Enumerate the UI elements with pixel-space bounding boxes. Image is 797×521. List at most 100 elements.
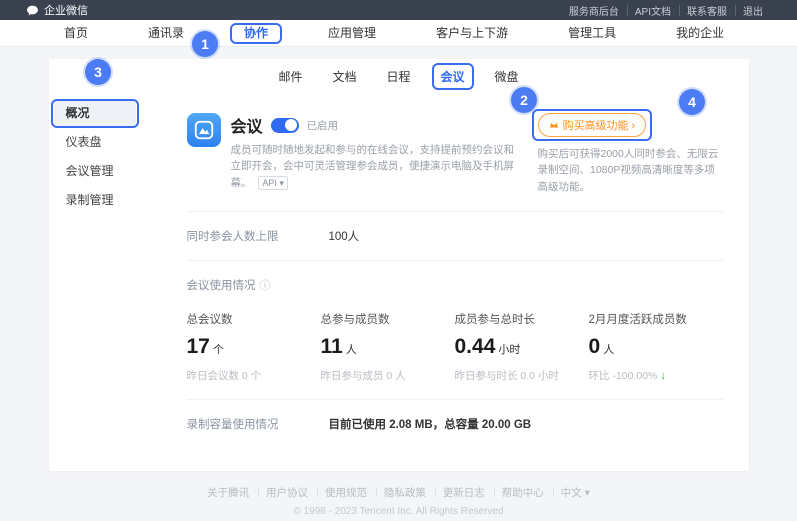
nav-item-collaboration[interactable]: 协作 bbox=[214, 20, 298, 47]
footer-link-changelog[interactable]: 更新日志 bbox=[436, 487, 492, 499]
top-link-api-docs[interactable]: API文档 bbox=[627, 3, 679, 18]
stat-label: 总会议数 bbox=[187, 311, 321, 327]
stat-value: 17个 bbox=[187, 335, 321, 359]
footer-links: 关于腾讯 用户协议 使用规范 隐私政策 更新日志 帮助中心 中文 ▾ bbox=[0, 485, 797, 500]
tab-label: 微盘 bbox=[495, 70, 519, 84]
tab-label: 文档 bbox=[332, 70, 356, 84]
stat-sub-text: 环比 -100.00% bbox=[589, 370, 658, 382]
meeting-enabled-toggle[interactable] bbox=[271, 118, 299, 133]
sidebar: 概况 仪表盘 会议管理 录制管理 bbox=[49, 93, 141, 471]
sidebar-item-label: 录制管理 bbox=[66, 193, 114, 207]
stat-number: 0.44 bbox=[455, 335, 496, 358]
recording-capacity-value: 目前已使用 2.08 MB，总容量 20.00 GB bbox=[329, 416, 532, 432]
topbar-links: 服务商后台 API文档 联系客服 退出 bbox=[561, 3, 771, 18]
sidebar-item-dashboard[interactable]: 仪表盘 bbox=[54, 130, 136, 155]
participant-limit-label: 同时参会人数上限 bbox=[187, 228, 329, 244]
meeting-description: 成员可随时随地发起和参与的在线会议，支持提前预约会议和立即开会，会中可灵活管理参… bbox=[231, 142, 517, 191]
footer-language-selector[interactable]: 中文 ▾ bbox=[554, 487, 597, 499]
nav-item-app-management[interactable]: 应用管理 bbox=[298, 20, 406, 47]
stat-sub: 昨日会议数 0 个 bbox=[187, 368, 321, 383]
meeting-app-icon bbox=[187, 113, 221, 147]
participant-limit-value: 100人 bbox=[329, 228, 360, 244]
tab-label: 日程 bbox=[386, 70, 410, 84]
stat-label: 成员参与总时长 bbox=[455, 311, 589, 327]
card-body: 概况 仪表盘 会议管理 录制管理 bbox=[49, 93, 749, 471]
wecom-logo-icon bbox=[26, 4, 39, 17]
trend-down-arrow: ↓ bbox=[660, 370, 665, 382]
toggle-knob bbox=[285, 119, 297, 131]
meeting-header-text: 会议 已启用 成员可随时随地发起和参与的在线会议，支持提前预约会议和立即开会，会… bbox=[231, 113, 517, 195]
stat-sub: 昨日参与成员 0 人 bbox=[321, 368, 455, 383]
recording-capacity-label: 录制容量使用情况 bbox=[187, 416, 329, 432]
meeting-title: 会议 bbox=[231, 113, 263, 137]
stat-monthly-active: 2月月度活跃成员数 0人 环比 -100.00%↓ bbox=[589, 311, 723, 383]
stat-total-duration: 成员参与总时长 0.44小时 昨日参与时长 0.0 小时 bbox=[455, 311, 589, 383]
buy-premium-button[interactable]: 购买高级功能 › bbox=[538, 113, 647, 137]
nav-label: 通讯录 bbox=[148, 26, 184, 40]
annotation-circle-2: 2 bbox=[511, 87, 537, 113]
brand[interactable]: 企业微信 bbox=[26, 2, 88, 18]
nav-item-my-company[interactable]: 我的企业 bbox=[646, 20, 754, 47]
footer-link-about[interactable]: 关于腾讯 bbox=[200, 487, 256, 499]
usage-section-title: 会议使用情况 bbox=[187, 277, 256, 293]
annotation-circle-4: 4 bbox=[679, 89, 705, 115]
meeting-header: 会议 已启用 成员可随时随地发起和参与的在线会议，支持提前预约会议和立即开会，会… bbox=[187, 113, 723, 195]
info-icon[interactable]: ⓘ bbox=[260, 277, 271, 293]
tab-meeting[interactable]: 会议 bbox=[441, 68, 465, 85]
buy-premium-label: 购买高级功能 › bbox=[563, 117, 636, 133]
main-nav: 首页 通讯录 协作 应用管理 客户与上下游 管理工具 我的企业 bbox=[0, 20, 797, 47]
stat-label: 总参与成员数 bbox=[321, 311, 455, 327]
usage-section-header: 会议使用情况 ⓘ bbox=[187, 277, 723, 293]
sidebar-item-overview[interactable]: 概况 bbox=[54, 101, 136, 126]
nav-label: 客户与上下游 bbox=[436, 26, 508, 40]
main-panel: 会议 已启用 成员可随时随地发起和参与的在线会议，支持提前预约会议和立即开会，会… bbox=[141, 93, 749, 471]
sidebar-item-recording-management[interactable]: 录制管理 bbox=[54, 188, 136, 213]
stat-unit: 个 bbox=[213, 344, 224, 356]
nav-label: 首页 bbox=[64, 26, 88, 40]
footer: 关于腾讯 用户协议 使用规范 隐私政策 更新日志 帮助中心 中文 ▾ © 199… bbox=[0, 485, 797, 517]
stat-unit: 人 bbox=[346, 344, 357, 356]
sidebar-item-meeting-management[interactable]: 会议管理 bbox=[54, 159, 136, 184]
api-dropdown-tag[interactable]: API ▾ bbox=[258, 176, 288, 190]
nav-label: 应用管理 bbox=[328, 26, 376, 40]
nav-label: 管理工具 bbox=[568, 26, 616, 40]
sidebar-item-label: 仪表盘 bbox=[66, 135, 102, 149]
divider bbox=[187, 260, 723, 261]
annotation-circle-1: 1 bbox=[192, 31, 218, 57]
footer-link-usage-rules[interactable]: 使用规范 bbox=[318, 487, 374, 499]
meeting-header-left: 会议 已启用 成员可随时随地发起和参与的在线会议，支持提前预约会议和立即开会，会… bbox=[187, 113, 517, 195]
stat-label: 2月月度活跃成员数 bbox=[589, 311, 723, 327]
tab-drive[interactable]: 微盘 bbox=[495, 68, 519, 85]
footer-link-privacy[interactable]: 隐私政策 bbox=[377, 487, 433, 499]
nav-item-customers[interactable]: 客户与上下游 bbox=[406, 20, 538, 47]
usage-stats: 总会议数 17个 昨日会议数 0 个 总参与成员数 11人 昨日参与成员 0 人… bbox=[187, 311, 723, 383]
tab-mail[interactable]: 邮件 bbox=[278, 68, 302, 85]
tab-label: 会议 bbox=[441, 70, 465, 84]
top-link-logout[interactable]: 退出 bbox=[735, 3, 771, 18]
footer-link-help-center[interactable]: 帮助中心 bbox=[495, 487, 551, 499]
buy-premium-description: 购买后可获得2000人同时参会、无限云录制空间、1080P视频高清晰度等多项高级… bbox=[538, 146, 723, 195]
tab-docs[interactable]: 文档 bbox=[332, 68, 356, 85]
tab-calendar[interactable]: 日程 bbox=[386, 68, 410, 85]
content-card: 邮件 文档 日程 会议 微盘 概况 仪表盘 会议管理 bbox=[49, 59, 749, 471]
footer-link-agreement[interactable]: 用户协议 bbox=[259, 487, 315, 499]
stat-total-participants: 总参与成员数 11人 昨日参与成员 0 人 bbox=[321, 311, 455, 383]
topbar: 企业微信 服务商后台 API文档 联系客服 退出 bbox=[0, 0, 797, 20]
top-link-provider-console[interactable]: 服务商后台 bbox=[561, 3, 627, 18]
divider bbox=[187, 211, 723, 212]
screen: 企业微信 服务商后台 API文档 联系客服 退出 首页 通讯录 协作 应用管理 … bbox=[0, 0, 797, 521]
stat-value: 0人 bbox=[589, 335, 723, 359]
stat-unit: 人 bbox=[603, 344, 614, 356]
copyright: © 1998 - 2023 Tencent Inc. All Rights Re… bbox=[0, 506, 797, 517]
tab-label: 邮件 bbox=[278, 70, 302, 84]
stat-number: 17 bbox=[187, 335, 210, 358]
nav-item-home[interactable]: 首页 bbox=[34, 20, 118, 47]
stat-number: 0 bbox=[589, 335, 601, 358]
divider bbox=[187, 399, 723, 400]
stat-total-meetings: 总会议数 17个 昨日会议数 0 个 bbox=[187, 311, 321, 383]
page-body: 邮件 文档 日程 会议 微盘 概况 仪表盘 会议管理 bbox=[0, 59, 797, 521]
brand-name: 企业微信 bbox=[44, 2, 88, 18]
nav-item-admin-tools[interactable]: 管理工具 bbox=[538, 20, 646, 47]
top-link-contact-support[interactable]: 联系客服 bbox=[679, 3, 735, 18]
stat-value: 11人 bbox=[321, 335, 455, 359]
